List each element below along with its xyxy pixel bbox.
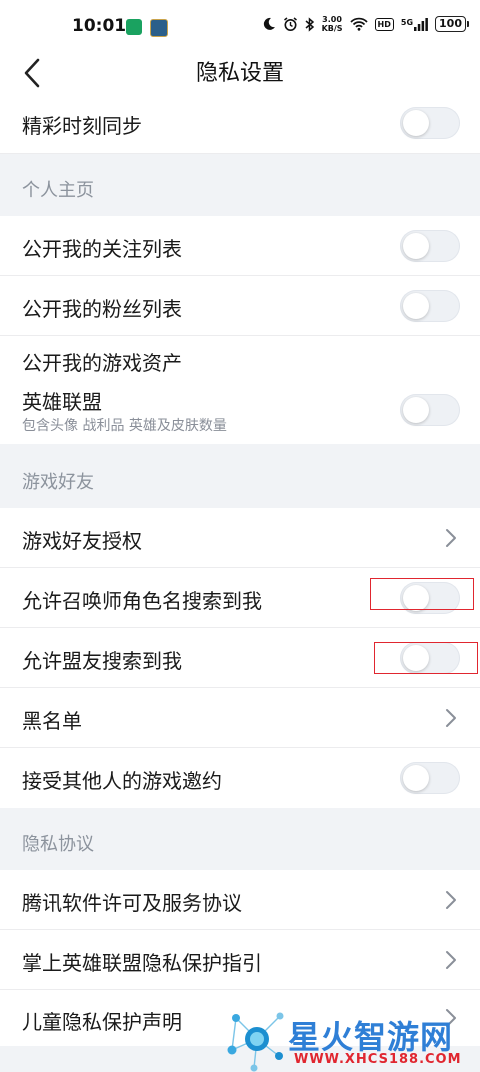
status-bar: 10:01 3.00 KB/S HD 5G 100 [0, 0, 480, 56]
wifi-icon [349, 17, 368, 31]
game-app-icon [150, 19, 168, 37]
setting-label: 公开我的粉丝列表 [22, 297, 182, 321]
section-header-privacy: 隐私协议 [0, 808, 480, 870]
setting-row-public-assets: 公开我的游戏资产 英雄联盟 包含头像 战利品 英雄及皮肤数量 [0, 336, 480, 444]
section-label: 游戏好友 [22, 472, 94, 493]
signal-indicator: 5G [400, 17, 428, 31]
public-follow-toggle[interactable] [400, 230, 460, 262]
toggle-knob [403, 293, 429, 319]
network-speed-unit: KB/S [321, 24, 343, 33]
highlight-sync-toggle[interactable] [400, 107, 460, 139]
public-fans-toggle[interactable] [400, 290, 460, 322]
setting-label: 黑名单 [22, 709, 82, 733]
setting-row-license[interactable]: 腾讯软件许可及服务协议 [0, 870, 480, 930]
toggle-knob [403, 233, 429, 259]
setting-label: 精彩时刻同步 [22, 114, 142, 138]
setting-label: 允许盟友搜索到我 [22, 649, 182, 673]
chevron-right-icon [446, 709, 456, 727]
watermark-url: WWW.XHCS188.COM [294, 1052, 462, 1067]
status-icons: 3.00 KB/S HD 5G 100 [262, 15, 469, 33]
toggle-knob [403, 765, 429, 791]
setting-row-highlight-sync: 精彩时刻同步 [0, 100, 480, 154]
lol-assets-toggle[interactable] [400, 394, 460, 426]
lol-asset-subtitle: 包含头像 战利品 英雄及皮肤数量 [22, 418, 227, 434]
status-time: 10:01 [72, 16, 127, 36]
accept-invite-toggle[interactable] [400, 762, 460, 794]
signal-badge: 5G [400, 17, 414, 27]
chevron-right-icon [446, 529, 456, 547]
setting-label: 公开我的游戏资产 [22, 351, 182, 375]
hd-badge: HD [374, 17, 394, 31]
setting-label: 儿童隐私保护声明 [22, 1010, 182, 1034]
setting-label: 允许召唤师角色名搜索到我 [22, 589, 262, 613]
toggle-knob [403, 110, 429, 136]
nav-bar: 隐私设置 [0, 56, 480, 100]
section-label: 个人主页 [22, 180, 94, 201]
setting-row-search-summoner: 允许召唤师角色名搜索到我 [0, 568, 480, 628]
signal-bars-icon [414, 17, 428, 31]
setting-row-public-fans: 公开我的粉丝列表 [0, 276, 480, 336]
lol-asset-title: 英雄联盟 [22, 390, 102, 414]
setting-row-blacklist[interactable]: 黑名单 [0, 688, 480, 748]
moon-icon [263, 17, 275, 30]
page-title: 隐私设置 [195, 61, 284, 86]
setting-row-privacy-guide[interactable]: 掌上英雄联盟隐私保护指引 [0, 930, 480, 990]
setting-row-public-follow: 公开我的关注列表 [0, 216, 480, 276]
section-header-profile: 个人主页 [0, 154, 480, 216]
setting-row-accept-invite: 接受其他人的游戏邀约 [0, 748, 480, 808]
setting-row-friend-auth[interactable]: 游戏好友授权 [0, 508, 480, 568]
chevron-right-icon [446, 951, 456, 969]
oppo-app-icon [126, 19, 142, 35]
battery-indicator: 100 [435, 16, 469, 32]
setting-label: 公开我的关注列表 [22, 237, 182, 261]
setting-row-search-ally: 允许盟友搜索到我 [0, 628, 480, 688]
network-speed: 3.00 KB/S [322, 15, 343, 33]
toggle-knob [403, 397, 429, 423]
toggle-knob [403, 585, 429, 611]
section-header-game-friends: 游戏好友 [0, 444, 480, 508]
setting-label: 接受其他人的游戏邀约 [22, 769, 222, 793]
network-speed-value: 3.00 [322, 15, 342, 24]
search-ally-toggle[interactable] [400, 642, 460, 674]
section-label: 隐私协议 [22, 834, 94, 855]
setting-label: 腾讯软件许可及服务协议 [22, 891, 242, 915]
toggle-knob [403, 645, 429, 671]
watermark: 星火智游网 WWW.XHCS188.COM [224, 1006, 474, 1072]
alarm-icon [283, 16, 297, 31]
bluetooth-icon [305, 16, 314, 32]
search-summoner-toggle[interactable] [400, 582, 460, 614]
chevron-right-icon [446, 891, 456, 909]
setting-label: 游戏好友授权 [22, 529, 142, 553]
watermark-logo-icon [227, 1012, 284, 1072]
setting-label: 掌上英雄联盟隐私保护指引 [22, 951, 262, 975]
